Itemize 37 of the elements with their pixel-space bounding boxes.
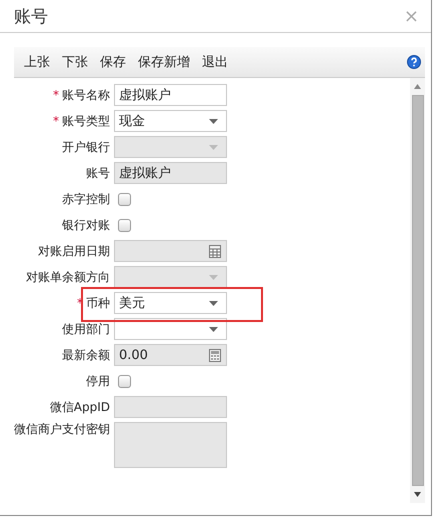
field-label: 使用部门 [62, 322, 110, 336]
scrollbar-thumb[interactable] [412, 95, 424, 486]
field-label: 微信AppID [50, 400, 110, 414]
toolbar-button[interactable]: 退出 [196, 50, 234, 74]
checkbox[interactable] [118, 192, 131, 206]
toolbar-button[interactable]: 上张 [18, 50, 56, 74]
text-field[interactable]: 虚拟账户 [114, 84, 227, 106]
required-mark: * [53, 88, 59, 102]
field-label: 账号名称 [62, 88, 110, 102]
checkbox[interactable] [118, 218, 131, 232]
dropdown-field[interactable] [114, 318, 227, 340]
required-mark: * [53, 114, 59, 128]
dropdown-field[interactable]: 现金 [114, 110, 227, 132]
toolbar-button[interactable]: 下张 [56, 50, 94, 74]
field-label: 币种 [86, 296, 110, 310]
toolbar-button[interactable]: 保存新增 [132, 50, 196, 74]
field-label: 对账启用日期 [38, 244, 110, 258]
dropdown-caret-icon[interactable] [209, 327, 218, 332]
window-title: 账号 [14, 6, 48, 28]
checkbox[interactable] [118, 374, 131, 388]
scrollbar[interactable] [410, 78, 425, 503]
dropdown-caret-icon[interactable] [209, 119, 218, 124]
field-label: 账号类型 [62, 114, 110, 128]
field-label: 对账单余额方向 [26, 270, 110, 284]
field-label: 银行对账 [62, 218, 110, 232]
field-label: 微信商户支付密钥 [14, 422, 110, 436]
scroll-down-icon[interactable] [414, 492, 421, 497]
dropdown-field[interactable]: 美元 [114, 292, 227, 314]
help-icon[interactable] [407, 55, 421, 69]
scroll-up-icon[interactable] [414, 84, 421, 89]
field-label: 开户银行 [62, 140, 110, 154]
field-label: 停用 [86, 374, 110, 388]
toolbar-button[interactable]: 保存 [94, 50, 132, 74]
dropdown-caret-icon[interactable] [209, 301, 218, 306]
field-label: 赤字控制 [62, 192, 110, 206]
field-label: 最新余额 [62, 348, 110, 362]
field-label: 账号 [86, 166, 110, 180]
